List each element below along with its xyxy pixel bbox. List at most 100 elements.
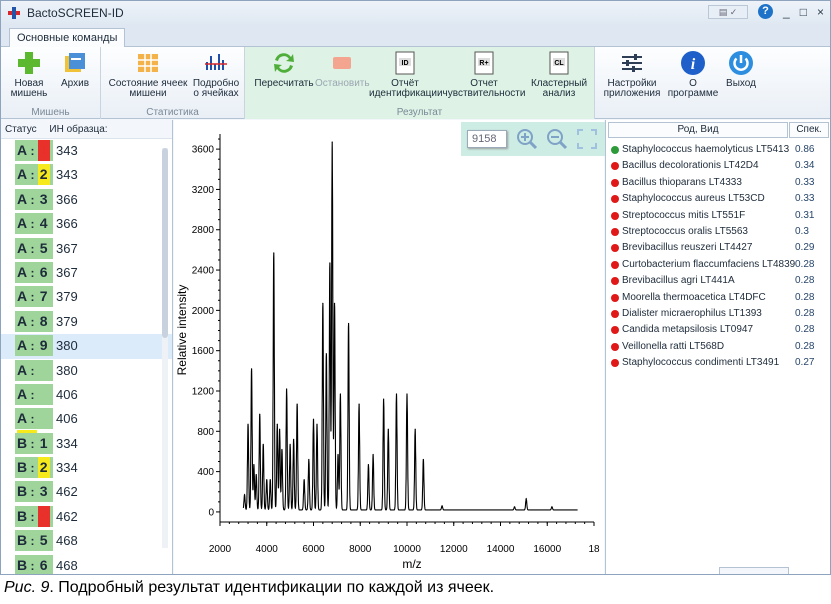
- cell-status-badge: A : 8: [15, 310, 53, 332]
- x-tick-label: 10000: [393, 544, 421, 555]
- cell-row[interactable]: B : 6 468: [1, 554, 172, 574]
- sample-id: 462: [56, 484, 78, 500]
- column-sample-id[interactable]: ИН образца:: [49, 124, 107, 135]
- identification-report-button[interactable]: ID Отчёт идентификации: [369, 50, 443, 99]
- result-row[interactable]: Brevibacillus agri LT441A 0.28: [608, 273, 828, 289]
- spectrum-peak: [358, 403, 360, 405]
- result-row[interactable]: Candida metapsilosis LT0947 0.28: [608, 322, 828, 338]
- match-status-icon: [611, 293, 619, 302]
- x-axis-label: m/z: [402, 557, 421, 571]
- cell-row-letter: A: [17, 166, 28, 183]
- cell-separator: :: [27, 509, 38, 524]
- spectrum-peak: [333, 302, 336, 304]
- cell-row[interactable]: B : 3 462: [1, 480, 172, 504]
- result-row[interactable]: Veillonella ratti LT568D 0.28: [608, 339, 828, 355]
- sensitivity-report-button[interactable]: R+ Отчет чувствительности: [441, 50, 527, 99]
- match-status-icon: [611, 342, 619, 351]
- group-label-result: Результат: [396, 107, 443, 118]
- cell-row[interactable]: A : 10380: [1, 359, 172, 400]
- spectrum-chart[interactable]: 0 400 800 1200 1600 2000 2400 2800 3200 3600 2000 4…: [174, 120, 604, 575]
- result-row[interactable]: Staphylococcus condimenti LT3491 0.27: [608, 355, 828, 371]
- column-status[interactable]: Статус: [5, 124, 37, 135]
- group-label-target: Мишень: [31, 107, 70, 118]
- cell-number: 9: [39, 337, 48, 354]
- spectrum-peak: [273, 252, 275, 254]
- cell-row-letter: A: [17, 190, 28, 207]
- about-button[interactable]: i О программе: [665, 50, 721, 99]
- cell-row[interactable]: A : 2 343: [1, 163, 172, 187]
- spectrum-peak: [395, 393, 398, 395]
- zoom-value-input[interactable]: 9158: [467, 130, 507, 148]
- column-genus-species[interactable]: Род, Вид: [608, 122, 788, 138]
- cell-row[interactable]: A : 4 366: [1, 212, 172, 236]
- match-status-icon: [611, 277, 619, 286]
- quick-access-dropdown[interactable]: ▤ ✓: [708, 4, 749, 19]
- cell-details-button[interactable]: Подробно о ячейках: [191, 50, 241, 99]
- cell-row[interactable]: A : 6 367: [1, 261, 172, 285]
- cell-row[interactable]: B : 4 462: [1, 505, 172, 529]
- cell-list-scrollbar[interactable]: [162, 148, 168, 548]
- x-tick-label: 12000: [440, 544, 468, 555]
- cell-row[interactable]: A : 8 379: [1, 310, 172, 334]
- close-icon[interactable]: ×: [817, 5, 824, 19]
- cell-row-letter: A: [17, 142, 28, 158]
- result-row[interactable]: Staphylococcus haemolyticus LT5413 0.86: [608, 142, 828, 158]
- spectrum-peak: [441, 505, 443, 507]
- cell-list-header: Статус ИН образца:: [1, 120, 172, 139]
- maximize-icon[interactable]: □: [800, 5, 807, 19]
- cell-row[interactable]: A : 1 343: [1, 139, 172, 163]
- spectrum-line: [242, 141, 578, 511]
- stop-button[interactable]: Остановить: [315, 50, 370, 89]
- help-icon[interactable]: ?: [758, 4, 774, 19]
- zoom-out-icon[interactable]: [546, 128, 568, 150]
- scroll-thumb[interactable]: [162, 148, 168, 338]
- cell-row[interactable]: B : 5 468: [1, 529, 172, 553]
- result-row[interactable]: Brevibacillus reuszeri LT4427 0.29: [608, 240, 828, 256]
- cluster-analysis-button[interactable]: CL Кластерный анализ: [527, 50, 591, 99]
- result-row[interactable]: Streptococcus mitis LT551F 0.31: [608, 208, 828, 224]
- fit-to-view-icon[interactable]: [576, 128, 598, 150]
- cell-row-letter: A: [17, 288, 28, 305]
- cell-row[interactable]: A : 5 367: [1, 237, 172, 261]
- spectrum-score: 0.29: [795, 242, 815, 254]
- tab-main-commands[interactable]: Основные команды: [9, 28, 126, 48]
- spectrum-peak: [387, 428, 389, 430]
- result-row[interactable]: Bacillus decolorationis LT42D4 0.34: [608, 158, 828, 174]
- cell-status-badge: A : 4: [15, 213, 53, 235]
- cell-status-button[interactable]: Состояние ячеек мишени: [105, 50, 191, 99]
- app-settings-button[interactable]: Настройки приложения: [601, 50, 663, 99]
- cell-row[interactable]: B : 1 334: [1, 432, 172, 456]
- zoom-in-icon[interactable]: [516, 128, 538, 150]
- result-row[interactable]: Bacillus thioparans LT4333 0.33: [608, 175, 828, 191]
- archive-button[interactable]: Архив: [53, 50, 97, 89]
- new-target-button[interactable]: Новая мишень: [7, 50, 51, 99]
- species-name: Moorella thermoacetica LT4DFC: [622, 291, 766, 303]
- result-row[interactable]: Moorella thermoacetica LT4DFC 0.28: [608, 290, 828, 306]
- result-row[interactable]: Curtobacterium flaccumfaciens LT4839 0.28: [608, 257, 828, 273]
- cell-row[interactable]: A : 12406: [1, 407, 172, 452]
- cell-row[interactable]: A : 3 366: [1, 188, 172, 212]
- spectrum-peak: [329, 262, 331, 264]
- result-row[interactable]: Streptococcus oralis LT5563 0.3: [608, 224, 828, 240]
- column-spectrum-score[interactable]: Спек.: [789, 122, 829, 138]
- cell-row[interactable]: A : 11406: [1, 383, 172, 424]
- svg-text:R+: R+: [479, 60, 488, 67]
- match-status-icon: [611, 195, 619, 204]
- result-row[interactable]: Dialister micraerophilus LT1393 0.28: [608, 306, 828, 322]
- ribbon-group-target: Новая мишень Архив Мишень: [1, 47, 101, 119]
- cell-separator: :: [27, 144, 38, 158]
- status-tab[interactable]: [719, 567, 789, 574]
- result-row[interactable]: Staphylococcus aureus LT53CD 0.33: [608, 191, 828, 207]
- cell-row[interactable]: A : 9 380: [1, 334, 172, 359]
- minimize-icon[interactable]: _: [783, 5, 790, 19]
- x-tick-label: 18: [588, 544, 600, 555]
- cell-row[interactable]: A : 7 379: [1, 285, 172, 309]
- recalculate-button[interactable]: Пересчитать: [253, 50, 315, 89]
- cell-status-badge: B : 5: [15, 530, 53, 552]
- cell-row-letter: B: [17, 434, 28, 451]
- cell-row[interactable]: B : 2 334: [1, 456, 172, 480]
- power-icon: [728, 50, 754, 76]
- species-name: Candida metapsilosis LT0947: [622, 324, 754, 336]
- results-header: Род, Вид Спек.: [608, 122, 829, 138]
- exit-button[interactable]: Выход: [721, 50, 761, 89]
